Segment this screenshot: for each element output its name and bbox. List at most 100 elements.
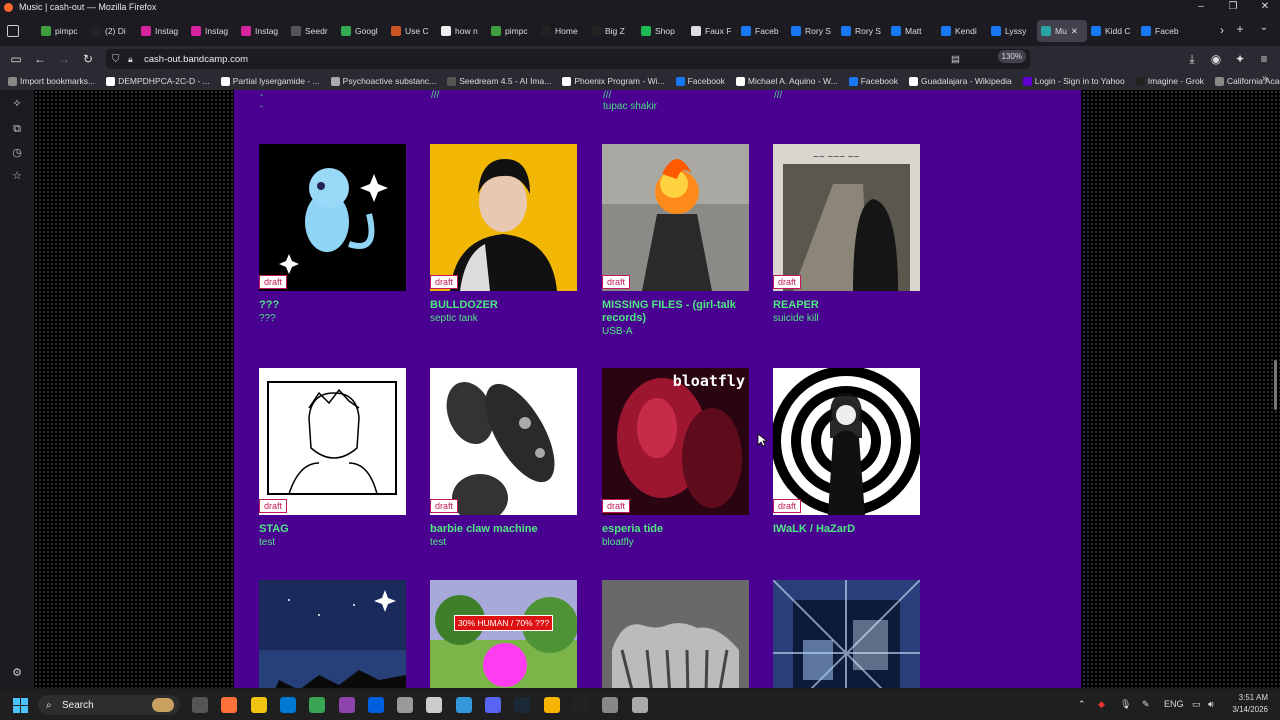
album-title[interactable]: MISSING FILES - (girl-talk records) [602,299,750,325]
network-icon[interactable]: ▭ [1192,699,1201,710]
downloads-icon[interactable]: ⤓ [1180,52,1204,67]
microphone-icon[interactable]: 🎙︎ [1120,699,1131,710]
browser-tab[interactable]: Use C [387,20,437,42]
outlook-icon[interactable] [367,697,384,713]
file-explorer-icon[interactable] [543,697,560,713]
browser-tab[interactable]: pimpc [37,20,87,42]
discord-icon[interactable] [485,697,501,713]
windows-start-icon[interactable] [13,698,28,713]
browser-tab[interactable]: (2) Di [87,20,137,42]
synced-tabs-icon[interactable]: ⧉ [11,123,23,135]
album-cover-image[interactable] [259,580,406,688]
browser-tab[interactable]: Instag [187,20,237,42]
powershell-icon[interactable] [279,697,296,713]
album-title[interactable]: barbie claw machine [430,523,578,536]
browser-tab[interactable]: Lyssy [987,20,1037,42]
album-artist[interactable]: USB-A [602,325,750,338]
volume-icon[interactable]: 🔊︎ [1208,699,1214,710]
minimize-button[interactable]: – [1186,0,1216,14]
album-card[interactable]: draft BULLDOZER septic tank [430,144,578,325]
sidebar-toggle-icon[interactable]: ▭ [4,52,28,66]
clock[interactable]: 3:51 AM 3/14/2026 [1232,692,1268,716]
browser-tab[interactable]: Matt [887,20,937,42]
app-icon[interactable] [631,697,648,713]
album-card[interactable]: draft?????? [259,144,407,325]
bookmark-item[interactable]: Facebook [848,76,898,86]
browser-tab[interactable]: Kendi [937,20,987,42]
browser-tab[interactable]: Kidd C [1087,20,1137,42]
history-icon[interactable]: ◷ [11,147,23,159]
album-title[interactable]: esperia tide [602,523,750,536]
album-card[interactable] [602,580,750,688]
bookmarks-overflow-icon[interactable]: » [1262,73,1268,84]
notepad-icon[interactable] [309,697,326,713]
firefox-taskbar-icon[interactable] [221,697,238,713]
bookmark-item[interactable]: Partial lysergamide - ... [220,76,320,86]
album-card[interactable]: 30% HUMAN / 70% ??? [430,580,578,688]
obs-icon[interactable] [602,697,619,713]
album-cover-image[interactable]: 30% HUMAN / 70% ??? [430,580,577,688]
photo-app-icon[interactable] [455,697,472,713]
bookmark-item[interactable]: California Academy of... [1214,76,1280,86]
app-icon[interactable] [338,697,355,713]
maximize-button[interactable]: ❐ [1218,0,1248,14]
settings-icon[interactable] [397,697,414,713]
album-artist[interactable]: suicide kill [773,312,921,325]
album-artist[interactable]: bloatfly [602,536,750,549]
page-scrollbar[interactable] [1274,360,1277,410]
album-artist[interactable]: test [430,536,578,549]
browser-tab[interactable]: how n [437,20,487,42]
album-cover-image[interactable]: ~~ ~~~ ~~ draft [773,144,920,291]
url-bar[interactable]: ⛉ 🔒︎ cash-out.bandcamp.com ▤ ☆ [106,49,1030,69]
tray-app-icon[interactable]: ◆ [1098,699,1105,710]
album-title[interactable]: IWaLK / HaZarD [773,523,921,536]
browser-tab[interactable]: pimpc [487,20,537,42]
browser-tab[interactable]: Instag [137,20,187,42]
lock-icon[interactable]: 🔒︎ [128,54,133,65]
bookmark-item[interactable]: Import bookmarks... [8,76,95,86]
close-window-button[interactable]: ✕ [1250,0,1280,14]
bookmark-item[interactable]: Login - Sign in to Yahoo [1022,76,1125,86]
album-title[interactable]: ??? [259,299,407,312]
language-indicator[interactable]: ENG [1164,699,1184,709]
album-cover-image[interactable]: draft [602,144,749,291]
album-card[interactable]: draft IWaLK / HaZarD [773,368,921,536]
previous-row-artist[interactable]: tupac shakir [603,101,657,112]
chrome-taskbar-icon[interactable] [250,697,267,713]
browser-tab[interactable]: Googl [337,20,387,42]
album-card[interactable]: draft barbie claw machine test [430,368,578,549]
browser-tab[interactable]: Big Z [587,20,637,42]
browser-tab[interactable]: Seedr [287,20,337,42]
browser-tab[interactable]: Instag [237,20,287,42]
forward-button[interactable]: → [52,52,76,66]
browser-tab[interactable]: Faceb [737,20,787,42]
close-tab-icon[interactable]: ✕ [1071,26,1078,37]
album-title[interactable]: STAG [259,523,407,536]
browser-tab[interactable]: Faux F [687,20,737,42]
bookmark-item[interactable]: Facebook [675,76,725,86]
album-card[interactable] [773,580,921,688]
album-artist[interactable]: test [259,536,407,549]
album-cover-image[interactable]: draft [259,368,406,515]
album-cover-image[interactable] [602,580,749,688]
album-cover-image[interactable]: bloatfly draft [602,368,749,515]
bookmark-item[interactable]: Michael A. Aquino - W... [735,76,838,86]
bookmark-item[interactable]: Guadalajara - Wikipedia [909,76,1012,86]
tray-overflow-icon[interactable]: ⌃ [1078,699,1086,710]
bookmark-item[interactable]: Phoenix Program - Wi... [562,76,665,86]
album-cover-image[interactable]: draft [430,144,577,291]
media-player-icon[interactable] [572,697,589,713]
album-cover-image[interactable]: draft [773,368,920,515]
album-cover-image[interactable] [773,580,920,688]
bookmarks-icon[interactable]: ☆ [11,170,23,182]
browser-tab[interactable]: Rory S [787,20,837,42]
steam-icon[interactable] [514,697,531,713]
browser-tab[interactable]: Home [537,20,587,42]
bookmark-item[interactable]: Seedream 4.5 - AI Ima... [447,76,551,86]
zoom-level[interactable]: 130% [997,50,1026,63]
task-view-icon[interactable] [192,697,208,713]
browser-tab[interactable]: Mu ✕ [1037,20,1087,42]
audio-app-icon[interactable] [426,697,443,713]
album-title[interactable]: BULLDOZER [430,299,578,312]
bookmark-item[interactable]: DEMPDHPCA-2C-D - ... [106,76,210,86]
